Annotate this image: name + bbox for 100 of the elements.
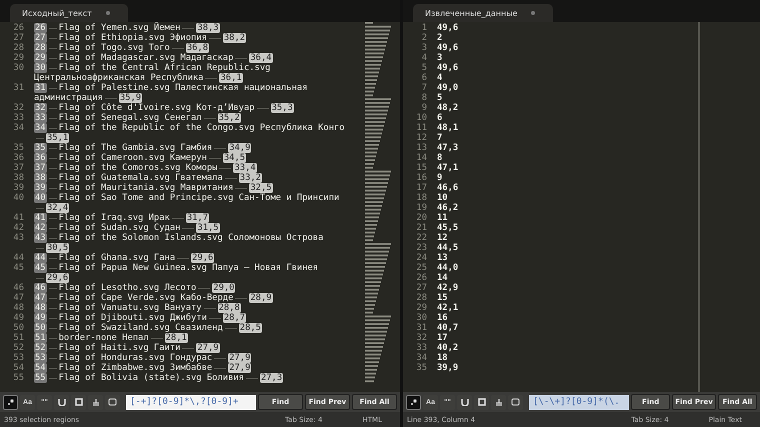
selected-number: 32,4 <box>46 203 70 213</box>
code-text: Flag of Bolivia (state).svg Боливия <box>58 373 244 383</box>
code-text: 15 <box>437 293 448 303</box>
search-field[interactable]: [\-\+]?[0-9]*(\. <box>529 394 629 410</box>
code-text: 46,6 <box>437 183 458 193</box>
selected-number: 41 <box>34 213 47 223</box>
code-text: Flag of Ghana.svg Гана <box>58 253 176 263</box>
code-text: 11 <box>437 213 448 223</box>
selected-number: 43 <box>34 233 47 243</box>
panel-icon <box>108 398 117 406</box>
selection-toggle[interactable] <box>71 394 86 410</box>
line-number: 7 <box>420 83 427 93</box>
code-text: Flag of Lesotho.svg Лесото <box>58 283 196 293</box>
panel-toggle[interactable] <box>508 394 523 410</box>
line-number: 21 <box>415 223 427 233</box>
line-number: 30 <box>415 313 427 323</box>
line-number: 48 <box>12 303 24 313</box>
selection-icon <box>478 398 486 406</box>
code-text: 47,1 <box>437 163 458 173</box>
selection-icon <box>74 398 82 406</box>
code-text: Flag of Iraq.svg Ирак <box>58 213 170 223</box>
highlight-toggle[interactable] <box>491 394 506 410</box>
code-text: 48,1 <box>437 123 458 133</box>
selected-number: 36,8 <box>186 43 210 53</box>
line-number: 54 <box>12 363 24 373</box>
code-text: 39,9 <box>437 363 458 373</box>
line-number: 14 <box>415 153 427 163</box>
line-number: 34 <box>415 353 427 363</box>
code-text: Flag of Sao Tome and Principe.svg Сан-Томе и Принсипи <box>58 193 340 203</box>
wrap-toggle[interactable] <box>457 394 472 410</box>
regex-icon <box>410 398 418 406</box>
line-number: 42 <box>12 223 24 233</box>
code-text: 16 <box>437 313 448 323</box>
panel-icon <box>511 398 520 406</box>
code-text: Центральноафриканская Республика <box>34 73 204 83</box>
code-text: Flag of Honduras.svg Гондурас <box>58 353 212 363</box>
line-number: 49 <box>12 313 24 323</box>
selected-number: 36,4 <box>249 53 273 63</box>
selected-number: 28,7 <box>222 313 246 323</box>
file-tab[interactable]: Исходный_текст <box>10 4 128 22</box>
selected-number: 37 <box>34 163 47 173</box>
line-number: 18 <box>415 193 427 203</box>
regex-toggle[interactable] <box>3 394 18 410</box>
code-text: Flag of Togo.svg Того <box>58 43 170 53</box>
wrap-icon <box>460 398 468 406</box>
selected-number: 28,1 <box>164 333 188 343</box>
code-text: Flag of The Gambia.svg Гамбия <box>58 143 212 153</box>
line-number: 13 <box>415 143 427 153</box>
line-number: 32 <box>12 103 24 113</box>
line-number: 15 <box>415 163 427 173</box>
selected-number: 49 <box>34 313 47 323</box>
code-text: Flag of Ethiopia.svg Эфиопия <box>58 33 207 43</box>
code-text: Flag of Cape Verde.svg Кабо-Верде <box>58 293 234 303</box>
regex-toggle[interactable] <box>406 394 421 410</box>
code-text: 7 <box>437 133 442 143</box>
line-number: 53 <box>12 353 24 363</box>
code-text: 18 <box>437 353 448 363</box>
code-text: 6 <box>437 113 442 123</box>
line-number: 26 <box>415 273 427 283</box>
code-text: 48,2 <box>437 103 458 113</box>
selected-number: 32 <box>34 103 47 113</box>
line-number: 36 <box>12 153 24 163</box>
file-tab[interactable]: Извлеченные_данные <box>413 4 554 22</box>
highlight-icon <box>494 398 502 406</box>
code-text: 46,2 <box>437 203 458 213</box>
code-text: 49,6 <box>437 63 458 73</box>
code-text: 45,5 <box>437 223 458 233</box>
code-text: Flag of Vanuatu.svg Вануату <box>58 303 202 313</box>
selection-toggle[interactable] <box>474 394 489 410</box>
selected-number: 38,3 <box>196 23 220 33</box>
code-text: 49,6 <box>437 23 458 33</box>
selected-number: 32,5 <box>249 183 273 193</box>
code-text: 14 <box>437 273 448 283</box>
code-text: 40,2 <box>437 343 458 353</box>
code-text: Flag of Guatemala.svg Гватемала <box>58 173 223 183</box>
line-number: 17 <box>415 183 427 193</box>
selected-number: 35,2 <box>218 113 241 123</box>
dirty-dot-icon <box>531 11 536 15</box>
line-number: 3 <box>420 43 427 53</box>
wrap-toggle[interactable] <box>54 394 69 410</box>
code-text: Flag of the Central African Republic.svg <box>58 63 270 73</box>
line-number: 8 <box>420 93 427 103</box>
code-text: 49,0 <box>437 83 458 93</box>
selected-number: 44 <box>34 253 47 263</box>
selected-number: 30,5 <box>46 243 70 253</box>
highlight-toggle[interactable] <box>88 394 103 410</box>
line-number: 33 <box>415 343 427 353</box>
selected-number: 27,9 <box>196 343 220 353</box>
selected-number: 27,9 <box>228 363 252 373</box>
selected-number: 51 <box>34 333 47 343</box>
selected-number: 29,0 <box>212 283 236 293</box>
panel-toggle[interactable] <box>105 394 120 410</box>
line-number: 41 <box>12 213 24 223</box>
code-text: 13 <box>437 253 448 263</box>
line-number: 38 <box>12 173 24 183</box>
line-number: 55 <box>12 373 24 383</box>
line-number: 11 <box>415 123 427 133</box>
line-number: 9 <box>420 103 427 113</box>
search-field[interactable]: [-+]?[0-9]*\,?[0-9]+ <box>126 394 256 410</box>
code-text: Flag of Papua New Guinea.svg Папуа — Новая Гвинея <box>58 263 318 273</box>
